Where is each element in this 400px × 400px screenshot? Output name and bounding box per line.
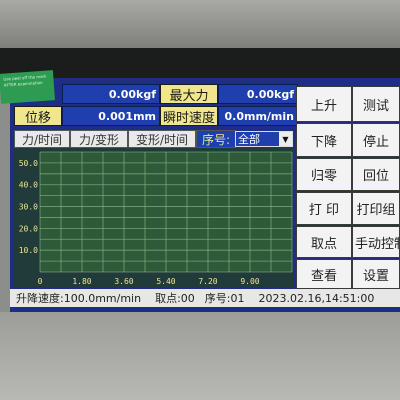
manual-control-button[interactable]: 手动控制 — [352, 226, 400, 258]
y-tick-label: 10.0 — [19, 246, 38, 255]
force-chart: 50.0 40.0 30.0 20.0 10.0 0 1.80 3.60 5.40 7.20 9.0… — [14, 148, 294, 288]
device-bezel-bottom — [0, 312, 400, 400]
x-tick-label: 3.60 — [114, 277, 133, 286]
status-speed: 升降速度:100.0mm/min — [16, 292, 142, 305]
test-button[interactable]: 测试 — [352, 86, 400, 122]
x-tick-label: 7.20 — [198, 277, 217, 286]
instant-speed-value: 0.0mm/min — [218, 106, 298, 126]
x-tick-label: 1.80 — [72, 277, 91, 286]
return-button[interactable]: 回位 — [352, 158, 400, 191]
settings-button[interactable]: 设置 — [352, 259, 400, 289]
chart-canvas: 50.0 40.0 30.0 20.0 10.0 0 1.80 3.60 5.40 7.20 9.0… — [19, 151, 293, 286]
max-force-label: 最大力 — [160, 84, 218, 104]
serial-select[interactable]: 全部 ▼ — [235, 131, 293, 147]
y-tick-label: 30.0 — [19, 203, 38, 212]
serial-select-value: 全部 — [238, 133, 260, 146]
x-tick-label: 0 — [38, 277, 43, 286]
status-bar: 升降速度:100.0mm/min 取点:00 序号:01 2023.02.16,… — [10, 289, 400, 307]
device-bezel-top — [0, 0, 400, 48]
tab-force-time[interactable]: 力/时间 — [14, 130, 70, 148]
sticker-text: Use peel off the mark AFTER examination — [3, 73, 47, 88]
displacement-value: 0.001mm — [62, 106, 160, 126]
y-tick-label: 40.0 — [19, 181, 38, 190]
device-bezel-dark — [0, 48, 400, 78]
status-point: 取点:00 — [155, 292, 195, 305]
serial-label: 序号: — [196, 130, 236, 148]
down-button[interactable]: 下降 — [296, 123, 352, 157]
tab-force-deformation[interactable]: 力/变形 — [70, 130, 128, 148]
view-button[interactable]: 查看 — [296, 259, 352, 289]
status-serial: 序号:01 — [204, 292, 245, 305]
y-tick-label: 20.0 — [19, 224, 38, 233]
up-button[interactable]: 上升 — [296, 86, 352, 122]
displacement-label: 位移 — [14, 106, 62, 126]
status-datetime: 2023.02.16,14:51:00 — [258, 291, 375, 305]
tab-deformation-time[interactable]: 变形/时间 — [128, 130, 196, 148]
stop-button[interactable]: 停止 — [352, 123, 400, 157]
x-tick-label: 9.00 — [240, 277, 259, 286]
print-group-button[interactable]: 打印组 — [352, 192, 400, 225]
instant-speed-label: 瞬时速度 — [160, 106, 218, 126]
zero-button[interactable]: 归零 — [296, 158, 352, 191]
x-tick-label: 5.40 — [156, 277, 175, 286]
pick-point-button[interactable]: 取点 — [296, 226, 352, 258]
max-force-value: 0.00kgf — [218, 84, 298, 104]
print-button[interactable]: 打 印 — [296, 192, 352, 225]
force-value: 0.00kgf — [62, 84, 160, 104]
y-tick-label: 50.0 — [19, 159, 38, 168]
chevron-down-icon[interactable]: ▼ — [279, 132, 292, 146]
calibration-sticker: Use peel off the mark AFTER examination — [0, 70, 55, 104]
